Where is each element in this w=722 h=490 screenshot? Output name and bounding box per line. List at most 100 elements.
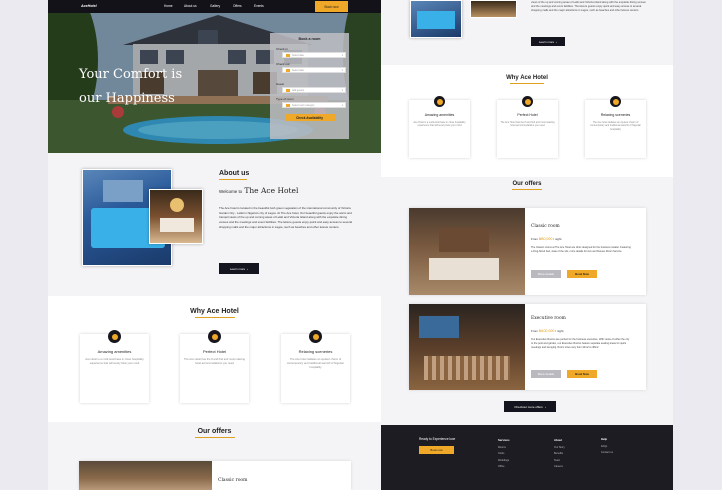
offers-underline (194, 437, 235, 438)
why-card-title: Relaxing sceneries (600, 113, 631, 117)
offer-more-details-button[interactable]: More details (531, 270, 561, 278)
nav-link-offers[interactable]: Offers (233, 4, 242, 8)
why-heading-wrap: Why Ace Hotel (48, 308, 381, 318)
calendar-icon (286, 53, 290, 57)
hotel-icon (208, 330, 221, 343)
check-in-input[interactable]: Select date ▾ (282, 52, 346, 58)
checkout-more-offers-button[interactable]: Checkout more offers › (504, 401, 556, 412)
check-out-input[interactable]: Select date ▾ (282, 67, 346, 73)
user-icon (286, 88, 290, 92)
right-offers-heading: Our offers (512, 181, 542, 187)
chevron-right-icon: › (247, 266, 249, 271)
booking-form-title: Book a room (298, 37, 321, 41)
right-about-pool-image (410, 0, 462, 38)
why-card-title: Perfect Hotel (517, 113, 538, 117)
why-heading: Why Ace Hotel (190, 308, 239, 315)
why-card-title: Relaxing sceneries (298, 349, 333, 354)
offer-book-now-button[interactable]: Book Now (567, 270, 597, 278)
guest-input[interactable]: Add guests ▾ (282, 87, 346, 93)
why-card-text: The Ace hotel radiates an opulent charm … (286, 358, 345, 369)
right-why-card-perfect-hotel: Perfect Hotel The Ace Hotel has the 8 an… (497, 96, 558, 158)
nav-link-home[interactable]: Home (164, 4, 173, 8)
footer-link[interactable]: Contact us (601, 451, 613, 454)
offer-more-details-button[interactable]: More details (531, 370, 561, 378)
bed-icon (286, 103, 290, 107)
footer-column-services: Services Rooms Clubs Weddings Office (498, 438, 510, 468)
check-out-label: Check out (276, 62, 290, 66)
right-about-excerpt: views of the up and coming areas of Lekk… (531, 1, 646, 12)
hero-headline-line2: our Happiness (79, 91, 175, 106)
offer-card-classic: Classic room (79, 461, 351, 490)
footer: Ready to Experience luxe Book now Servic… (381, 425, 673, 490)
footer-link[interactable]: Weddings (498, 459, 510, 462)
room-type-label: Type of room (276, 97, 294, 101)
footer-link[interactable]: Clubs (498, 452, 510, 455)
right-offers-heading-wrap: Our offers (381, 181, 673, 190)
booking-form: Book a room Check in Select date ▾ Check … (270, 33, 349, 139)
right-why-card-relaxing: Relaxing sceneries The Ace hotel radiate… (585, 96, 646, 158)
why-card-text: Ace Hotel is a multi-local base in close… (413, 121, 466, 128)
hotel-name: The Ace Hotel (244, 186, 299, 195)
footer-link[interactable]: Our Story (554, 446, 565, 449)
offer-card-executive-room: Executive room From ₦100,000 / night Our… (409, 304, 646, 390)
offers-heading: Our offers (197, 428, 232, 435)
footer-link[interactable]: Rooms (498, 446, 510, 449)
footer-column-about: About Our Story Benefits Team Careers (554, 438, 565, 468)
right-why-section: Why Ace Hotel Amazing amenities Ace Hote… (381, 65, 673, 177)
about-learn-more-button[interactable]: Learn more › (219, 263, 259, 274)
footer-link[interactable]: Careers (554, 465, 565, 468)
hotel-icon (522, 96, 533, 107)
offer-book-now-button[interactable]: Book Now (567, 370, 597, 378)
footer-link[interactable]: FAQs (601, 445, 613, 448)
check-availability-button[interactable]: Check Availability (284, 114, 335, 121)
check-in-label: Check in (276, 47, 288, 51)
offer-room-name: Classic room (218, 478, 248, 483)
footer-link[interactable]: Benefits (554, 452, 565, 455)
about-underline (219, 179, 247, 180)
footer-column-title: Help (601, 437, 608, 441)
room-type-select[interactable]: Select room category ▾ (282, 102, 346, 108)
footer-book-now-button[interactable]: Book now (419, 446, 454, 454)
footer-link[interactable]: Team (554, 459, 565, 462)
chevron-down-icon: ▾ (341, 103, 343, 107)
why-card-perfect-hotel: Perfect Hotel The Ace Hotel has the 8 an… (180, 330, 249, 403)
brand-logo[interactable]: AceHotel (81, 4, 97, 8)
offers-heading-wrap: Our offers (48, 428, 381, 438)
heart-icon (309, 330, 322, 343)
footer-column-help: Help FAQs Contact us (601, 437, 613, 454)
welcome-line: Welcome to The Ace Hotel (219, 186, 299, 195)
nav-link-about[interactable]: About us (184, 4, 197, 8)
why-card-text: Ace Hotel is a multi-local base in close… (85, 358, 144, 365)
footer-cta-text: Ready to Experience luxe (419, 437, 456, 441)
why-card-title: Perfect Hotel (202, 349, 227, 354)
right-about-remnant: views of the up and coming areas of Lekk… (381, 0, 673, 65)
why-card-text: The Ace hotel radiates an opulent charm … (589, 121, 642, 131)
right-offers-section: Our offers Classic room From ₦50,000 / n… (381, 177, 673, 425)
offer-room-name: Executive room (531, 316, 566, 321)
footer-link[interactable]: Office (498, 465, 510, 468)
right-why-underline (510, 83, 544, 84)
nav-link-gallery[interactable]: Gallery (210, 4, 220, 8)
smile-icon (434, 96, 445, 107)
classic-room-image (79, 461, 212, 490)
about-room-image (149, 189, 203, 244)
offer-card-classic-room: Classic room From ₦50,000 / night The Cl… (409, 208, 646, 295)
about-heading: About us (219, 170, 250, 177)
chevron-right-icon: › (556, 39, 558, 44)
right-why-heading-wrap: Why Ace Hotel (381, 75, 673, 84)
offers-section: Our offers Classic room (48, 422, 381, 490)
top-navbar: AceHotel Home About us Gallery Offers Ev… (48, 0, 381, 13)
chevron-down-icon: ▾ (341, 53, 343, 57)
why-card-amenities: Amazing amenities Ace Hotel is a multi-l… (80, 330, 149, 403)
nav-link-events[interactable]: Events (254, 4, 264, 8)
footer-column-title: About (554, 438, 563, 442)
chevron-down-icon: ▾ (341, 88, 343, 92)
footer-column-title: Services (498, 438, 510, 442)
right-why-card-amenities: Amazing amenities Ace Hotel is a multi-l… (409, 96, 470, 158)
hero-section: AceHotel Home About us Gallery Offers Ev… (48, 0, 381, 153)
right-learn-more-button[interactable]: Learn more › (531, 37, 565, 46)
why-card-title: Amazing amenities (424, 113, 455, 117)
nav-book-now-button[interactable]: Book now (315, 1, 348, 12)
offer-room-price: From ₦50,000 / night (531, 237, 562, 241)
right-why-heading: Why Ace Hotel (506, 75, 548, 81)
